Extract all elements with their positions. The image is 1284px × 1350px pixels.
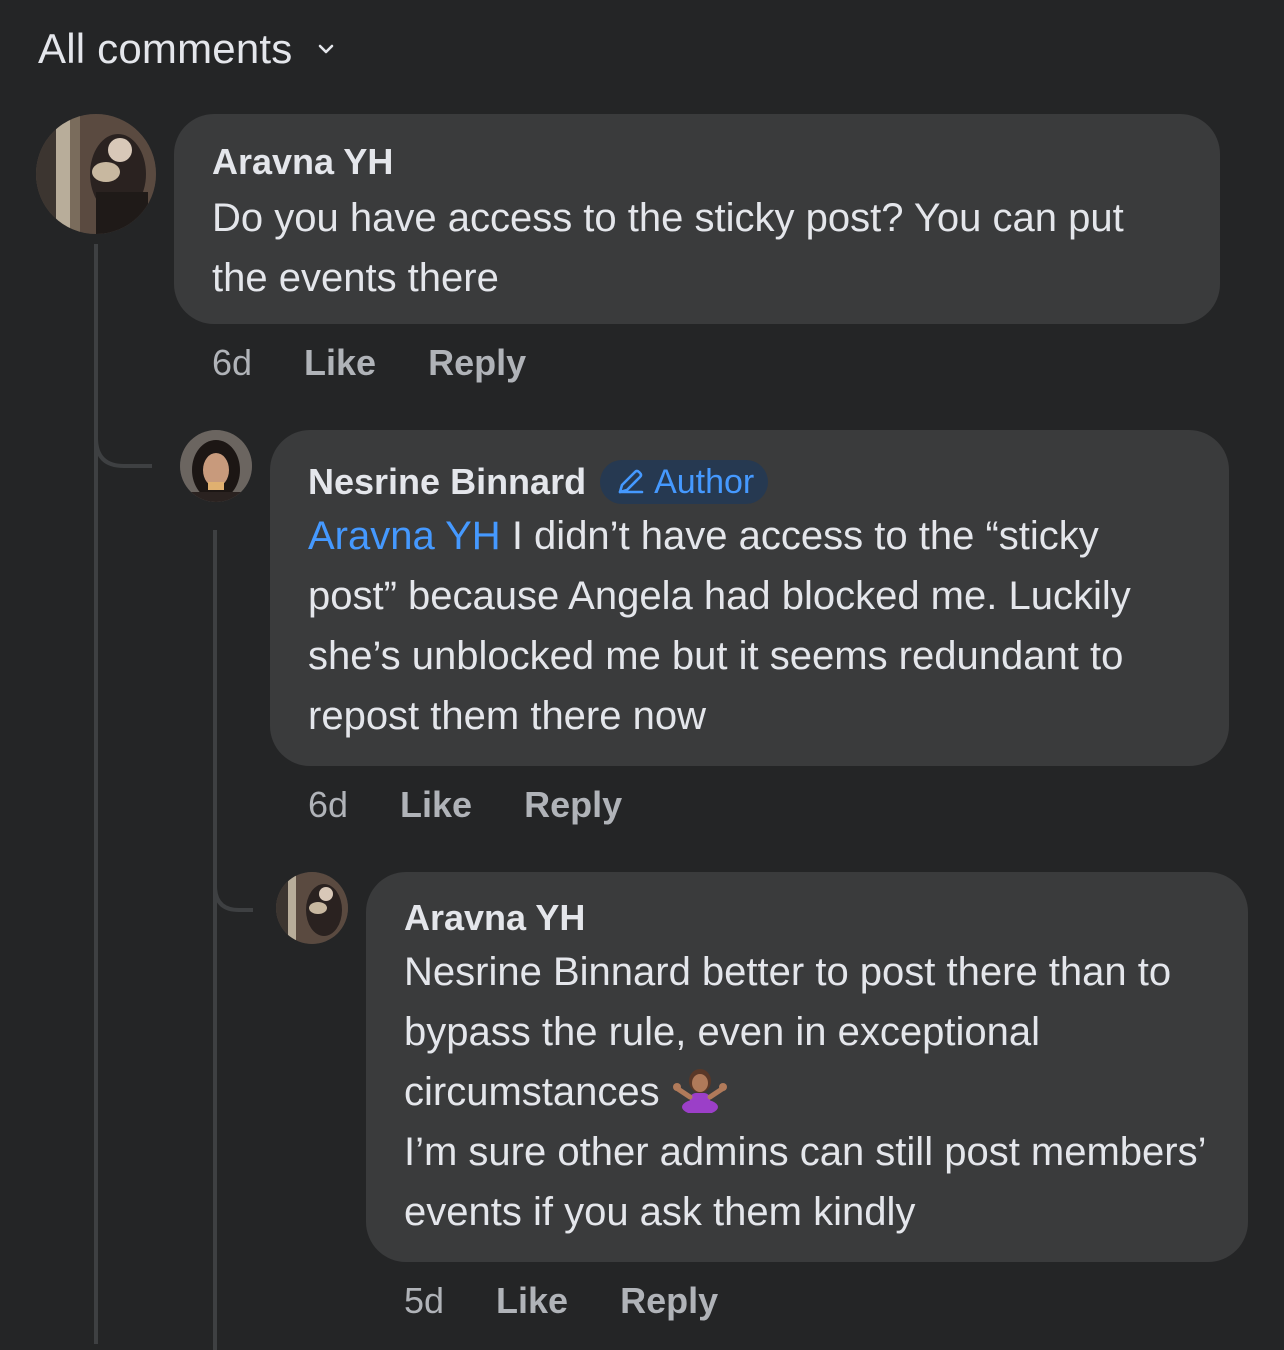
comment-author[interactable]: Aravna YH bbox=[212, 140, 1182, 184]
like-button[interactable]: Like bbox=[400, 784, 472, 826]
comment-timestamp[interactable]: 5d bbox=[404, 1280, 444, 1322]
comment-text-block: Nesrine Binnard better to post there tha… bbox=[404, 942, 1210, 1242]
comment-actions: 6d Like Reply bbox=[212, 338, 526, 388]
comments-filter-label: All comments bbox=[38, 25, 293, 72]
comment-text: I’m sure other admins can still post mem… bbox=[404, 1130, 1206, 1234]
comment-timestamp[interactable]: 6d bbox=[212, 342, 252, 384]
comment-bubble: Aravna YH Do you have access to the stic… bbox=[174, 114, 1220, 324]
all-comments-filter[interactable]: All comments bbox=[38, 22, 338, 76]
comment-actions: 6d Like Reply bbox=[308, 780, 622, 830]
thread-connector bbox=[213, 860, 253, 912]
reply-button[interactable]: Reply bbox=[428, 342, 526, 384]
thread-connector bbox=[94, 400, 152, 468]
comment-bubble: Nesrine Binnard Author Aravna YH I didn’… bbox=[270, 430, 1229, 766]
comment-actions: 5d Like Reply bbox=[404, 1276, 718, 1326]
like-button[interactable]: Like bbox=[496, 1280, 568, 1322]
comment-text: Nesrine Binnard better to post there tha… bbox=[404, 950, 1172, 1114]
comment-timestamp[interactable]: 6d bbox=[308, 784, 348, 826]
avatar[interactable] bbox=[180, 430, 252, 502]
reply-button[interactable]: Reply bbox=[524, 784, 622, 826]
comment-author-row: Nesrine Binnard Author bbox=[308, 460, 1191, 504]
thread-line-reply bbox=[213, 530, 217, 1350]
comment-bubble: Aravna YH Nesrine Binnard better to post… bbox=[366, 872, 1248, 1262]
chevron-down-icon bbox=[319, 44, 334, 54]
reply-button[interactable]: Reply bbox=[620, 1280, 718, 1322]
person-shrugging-emoji bbox=[672, 1069, 727, 1113]
mention-link[interactable]: Aravna YH bbox=[308, 514, 501, 558]
author-badge: Author bbox=[600, 460, 769, 504]
avatar[interactable] bbox=[36, 114, 156, 234]
comment-text-block: Aravna YH I didn’t have access to the “s… bbox=[308, 506, 1191, 746]
pencil-icon bbox=[618, 469, 644, 494]
comment-author[interactable]: Nesrine Binnard bbox=[308, 460, 586, 504]
comment-author[interactable]: Aravna YH bbox=[404, 896, 1210, 940]
comment-text: Do you have access to the sticky post? Y… bbox=[212, 196, 1124, 300]
avatar[interactable] bbox=[276, 872, 348, 944]
author-badge-label: Author bbox=[654, 463, 755, 501]
like-button[interactable]: Like bbox=[304, 342, 376, 384]
